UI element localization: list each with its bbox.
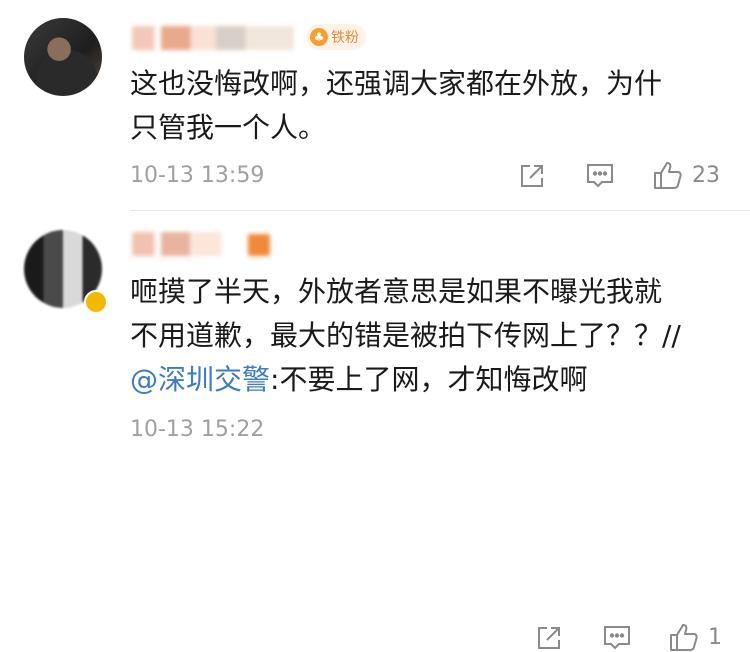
like-count: 1: [708, 624, 722, 650]
fan-badge-label: 铁粉: [331, 30, 359, 46]
thumbs-up-icon: [670, 624, 698, 651]
avatar[interactable]: [24, 18, 102, 96]
reply-button[interactable]: [585, 162, 615, 190]
comment-text-quote: :不要上了网，才知悔改啊: [270, 363, 588, 396]
thumbs-up-icon: [654, 162, 682, 189]
share-button[interactable]: [535, 624, 563, 652]
comment-text: 这也没悔改啊，还强调大家都在外放，为什 只管我一个人。: [130, 67, 663, 144]
like-count: 23: [692, 162, 720, 188]
comment-icon: [587, 164, 613, 188]
comment-item: ♣ 铁粉 这也没悔改啊，还强调大家都在外放，为什 只管我一个人。 10-13 1…: [0, 0, 750, 210]
username-blurred[interactable]: [132, 26, 294, 50]
like-button[interactable]: 23: [652, 160, 720, 190]
username-blurred[interactable]: [132, 232, 244, 256]
comment-text: 咂摸了半天，外放者意思是如果不曝光我就 不用道歉，最大的错是被拍下传网上了？？/…: [130, 270, 710, 402]
comment-timestamp: 10-13 13:59: [130, 163, 265, 188]
share-button[interactable]: [518, 162, 546, 190]
like-button[interactable]: 1: [668, 622, 722, 652]
fan-badge-icon: ♣: [310, 28, 328, 46]
reply-button[interactable]: [602, 624, 632, 652]
comment-icon: [604, 626, 630, 650]
comment-item: 咂摸了半天，外放者意思是如果不曝光我就 不用道歉，最大的错是被拍下传网上了？？/…: [0, 210, 750, 651]
share-icon: [538, 627, 560, 649]
comment-text-main: 咂摸了半天，外放者意思是如果不曝光我就 不用道歉，最大的错是被拍下传网上了？？/…: [130, 275, 681, 352]
vip-badge-icon: [84, 290, 108, 314]
fan-badge: ♣ 铁粉: [306, 24, 366, 50]
share-icon: [521, 165, 543, 187]
comment-timestamp: 10-13 15:22: [130, 417, 265, 442]
user-badge-blurred: [248, 234, 270, 256]
mention-link[interactable]: @深圳交警: [130, 363, 270, 396]
